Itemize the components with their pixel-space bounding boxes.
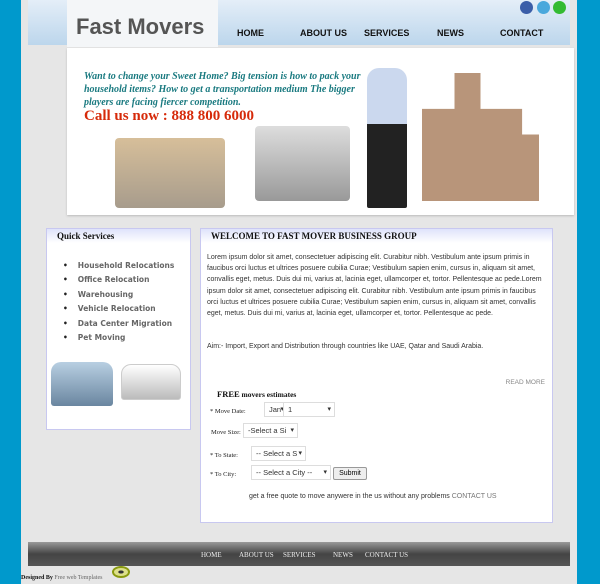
- service-item[interactable]: Household Relocations: [63, 261, 190, 270]
- van-image: [51, 362, 113, 406]
- move-date-label: * Move Date:: [210, 408, 246, 415]
- read-more-link[interactable]: READ MORE: [506, 379, 545, 386]
- welcome-title: WELCOME TO FAST MOVER BUSINESS GROUP: [201, 229, 552, 243]
- house-truck-image: [115, 138, 225, 208]
- nav-services[interactable]: SERVICES: [364, 28, 409, 38]
- day-select[interactable]: 1: [283, 402, 335, 417]
- footer-nav-home[interactable]: HOME: [201, 551, 222, 559]
- city-select[interactable]: -- Select a City --: [251, 465, 331, 480]
- truck-image: [255, 126, 350, 201]
- banner: Want to change your Sweet Home? Big tens…: [67, 48, 574, 215]
- state-select[interactable]: -- Select a S: [251, 446, 306, 461]
- twitter-icon[interactable]: [537, 1, 550, 14]
- logo[interactable]: Fast Movers: [67, 0, 218, 47]
- nav-contact[interactable]: CONTACT: [500, 28, 543, 38]
- quick-services-panel: Quick Services Household Relocations Off…: [46, 228, 191, 430]
- service-item[interactable]: Data Center Migration: [63, 319, 190, 328]
- nav-about[interactable]: ABOUT US: [300, 28, 347, 38]
- estimate-title: FREE movers estimates: [217, 389, 297, 399]
- vine-icon[interactable]: [553, 1, 566, 14]
- service-item[interactable]: Warehousing: [63, 290, 190, 299]
- page: Fast Movers HOME ABOUT US SERVICES NEWS …: [21, 0, 577, 584]
- footer-nav-about[interactable]: ABOUT US: [239, 551, 274, 559]
- footer-nav-contact[interactable]: CONTACT US: [365, 551, 408, 559]
- footer: HOME ABOUT US SERVICES NEWS CONTACT US: [28, 542, 570, 566]
- move-size-select[interactable]: -Select a Si: [243, 423, 298, 438]
- minivan-image: [121, 364, 181, 400]
- aim-text: Aim:- Import, Export and Distribution th…: [207, 343, 484, 351]
- footer-nav-news[interactable]: NEWS: [333, 551, 353, 559]
- boxes-image: [422, 73, 539, 201]
- designed-by: Designed By Free web Templates: [21, 575, 103, 581]
- welcome-body: Lorem ipsum dolor sit amet, consectetuer…: [207, 254, 542, 318]
- logo-text: Fast Movers: [76, 14, 205, 39]
- move-size-label: Move Size:: [211, 429, 241, 436]
- nav-home[interactable]: HOME: [237, 28, 264, 38]
- designer-link[interactable]: Free web Templates: [54, 575, 102, 581]
- facebook-icon[interactable]: [520, 1, 533, 14]
- welcome-panel: WELCOME TO FAST MOVER BUSINESS GROUP Lor…: [200, 228, 553, 523]
- to-city-label: * To City:: [210, 471, 237, 478]
- to-state-label: * To State:: [210, 452, 238, 459]
- service-item[interactable]: Pet Moving: [63, 333, 190, 342]
- banner-tagline: Want to change your Sweet Home? Big tens…: [84, 71, 361, 108]
- nav-news[interactable]: NEWS: [437, 28, 464, 38]
- footer-nav-services[interactable]: SERVICES: [283, 551, 316, 559]
- service-item[interactable]: Office Relocation: [63, 275, 190, 284]
- contact-us-link[interactable]: CONTACT US: [452, 493, 497, 500]
- submit-button[interactable]: Submit: [333, 467, 367, 480]
- service-item[interactable]: Vehicle Relocation: [63, 304, 190, 313]
- call-us-phone: Call us now : 888 800 6000: [84, 108, 255, 124]
- quote-text: get a free quote to move anywere in the …: [249, 493, 497, 500]
- quick-services-title: Quick Services: [47, 229, 190, 243]
- man-image: [367, 68, 407, 208]
- eye-logo-icon: [112, 566, 130, 578]
